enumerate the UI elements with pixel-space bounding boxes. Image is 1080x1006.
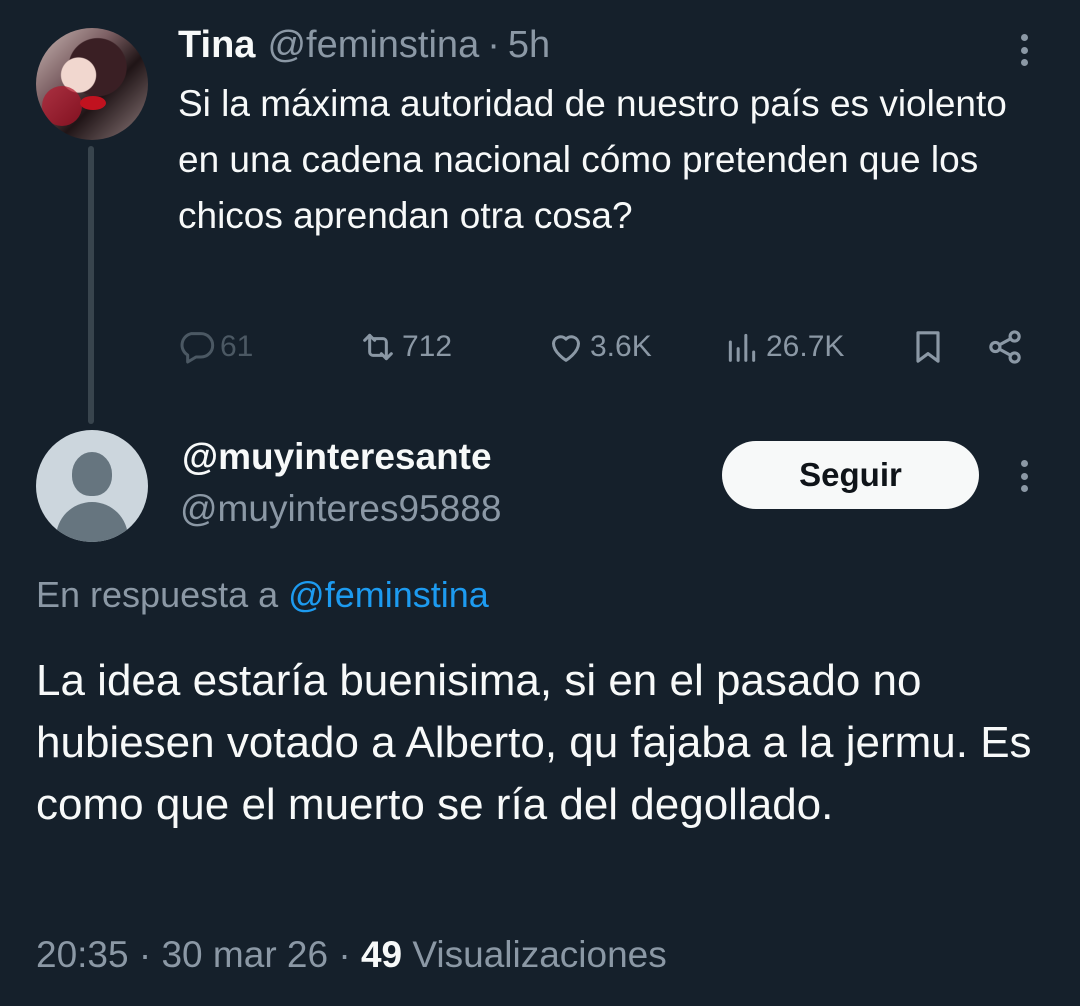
more-vertical-icon[interactable] [1012, 30, 1036, 70]
like-count: 3.6K [590, 330, 652, 363]
views-button[interactable]: 26.7K [722, 322, 844, 372]
follow-button[interactable]: Seguir [722, 441, 979, 509]
share-button[interactable] [984, 322, 1026, 372]
reply-display-name[interactable]: @muyinteresante [182, 436, 492, 478]
parent-display-name[interactable]: Tina [178, 24, 255, 67]
parent-tweet-header: Tina @feminstina · 5h [178, 22, 550, 68]
tweet-date[interactable]: 30 mar 26 [161, 934, 328, 975]
replying-to-link[interactable]: @feminstina [288, 574, 489, 615]
views-icon [728, 333, 756, 362]
reply-tweet-text: La idea estaría buenisima, si en el pasa… [36, 656, 1032, 829]
parent-time-ago[interactable]: 5h [508, 24, 550, 67]
avatar-silhouette [72, 452, 112, 496]
reply-button[interactable]: 61 [176, 322, 253, 372]
avatar-detail [42, 86, 82, 126]
replying-to: En respuesta a @feminstina [36, 574, 489, 616]
avatar-silhouette [56, 502, 128, 542]
like-button[interactable]: 3.6K [546, 322, 652, 372]
default-avatar[interactable] [36, 430, 148, 542]
header-separator: · [487, 23, 500, 66]
retweet-button[interactable]: 712 [358, 322, 452, 372]
meta-separator: · [138, 934, 152, 975]
retweet-count: 712 [402, 330, 453, 363]
parent-tweet-text: Si la máxima autoridad de nuestro país e… [178, 83, 1007, 236]
reply-handle[interactable]: @muyinteres95888 [180, 488, 501, 530]
share-icon [989, 330, 1021, 364]
views-count: 26.7K [766, 330, 845, 363]
like-icon [552, 335, 580, 362]
views-label: Visualizaciones [412, 934, 667, 975]
bookmark-icon [916, 331, 940, 363]
reply-count: 61 [220, 330, 254, 363]
avatar-detail [80, 96, 106, 110]
retweet-icon [363, 333, 393, 361]
tweet-meta: 20:35 · 30 mar 26 · 49 Visualizaciones [36, 934, 667, 976]
bookmark-button[interactable] [908, 322, 948, 372]
views-number: 49 [360, 934, 403, 975]
replying-to-prefix: En respuesta a [36, 574, 279, 615]
parent-handle[interactable]: @feminstina [267, 24, 479, 67]
meta-separator: · [338, 934, 351, 975]
tina-avatar[interactable] [36, 28, 148, 140]
reply-icon [180, 332, 215, 364]
tweet-time[interactable]: 20:35 [36, 934, 129, 975]
thread-line [88, 146, 94, 424]
more-vertical-icon[interactable] [1012, 456, 1036, 496]
